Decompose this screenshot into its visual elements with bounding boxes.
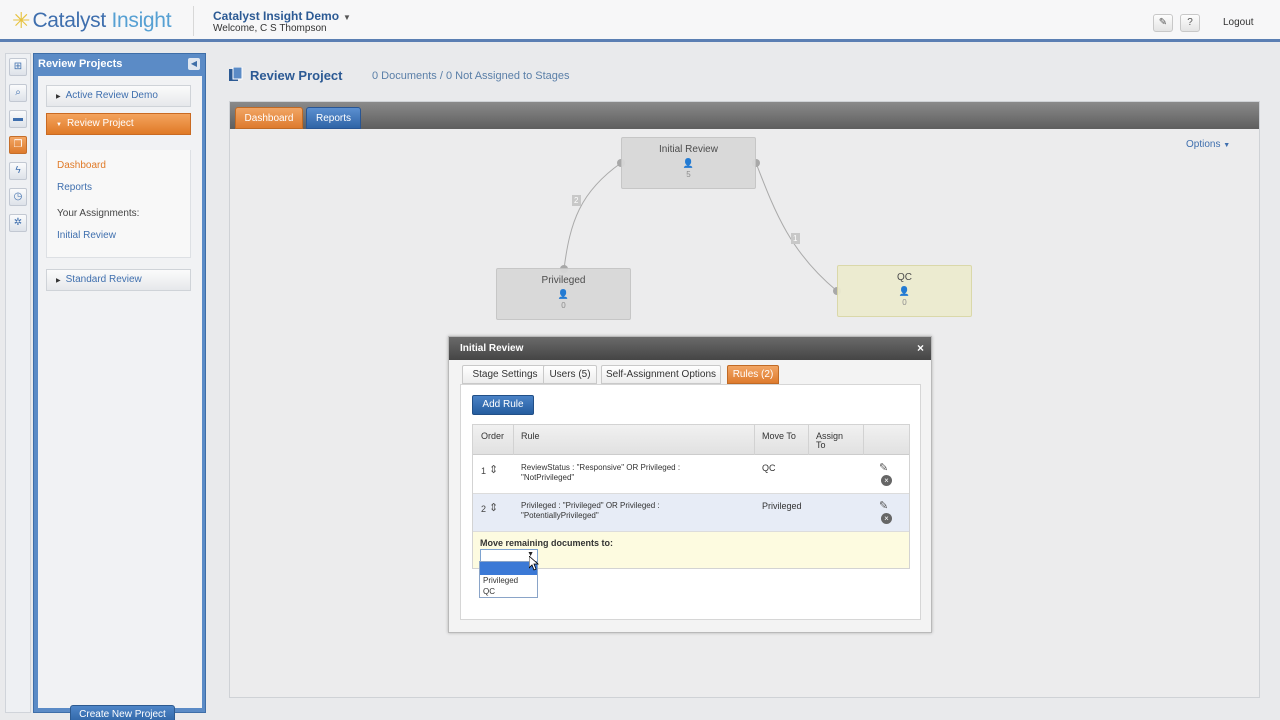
- column-divider: [513, 425, 514, 455]
- delete-icon[interactable]: ×: [881, 475, 892, 486]
- table-row: 2 ⇕ Privileged : "Privileged" OR Privile…: [473, 494, 909, 532]
- settings-button[interactable]: ✎: [1153, 14, 1173, 32]
- dialog-title: Initial Review: [460, 343, 524, 354]
- submenu-dashboard-link[interactable]: Dashboard: [57, 160, 106, 171]
- rule-order: 2: [481, 504, 487, 514]
- column-divider: [754, 425, 755, 455]
- triangle-right-icon: ▶: [56, 278, 61, 284]
- rule-text: ReviewStatus : "Responsive" OR Privilege…: [521, 463, 681, 482]
- stage-initial-review[interactable]: Initial Review 👤 5: [621, 137, 756, 189]
- column-rule[interactable]: Rule: [521, 432, 540, 441]
- assignment-initial-review-link[interactable]: Initial Review: [57, 230, 116, 241]
- welcome-text: Welcome, C S Thompson: [213, 23, 327, 34]
- rule-text: Privileged : "Privileged" OR Privileged …: [521, 501, 660, 520]
- dialog-header: Initial Review ×: [449, 337, 931, 360]
- project-item-review-project[interactable]: ▼ Review Project: [46, 113, 191, 135]
- gear-icon[interactable]: ✲: [9, 214, 27, 232]
- app-switcher[interactable]: Catalyst Insight Demo ▼: [213, 9, 351, 23]
- chevron-down-icon: ▼: [343, 13, 351, 22]
- project-item-standard-review[interactable]: ▶ Standard Review: [46, 269, 191, 291]
- stage-count: 0: [902, 298, 907, 307]
- user-icon: 👤: [557, 289, 570, 299]
- mouse-cursor-icon: [529, 556, 539, 571]
- table-row: 1 ⇕ ReviewStatus : "Responsive" OR Privi…: [473, 456, 909, 494]
- triangle-right-icon: ▶: [56, 94, 61, 100]
- lightning-icon[interactable]: ϟ: [9, 162, 27, 180]
- rule-order: 1: [481, 466, 487, 476]
- create-new-project-button[interactable]: Create New Project: [70, 705, 175, 720]
- starburst-icon: ✳: [12, 8, 31, 33]
- remaining-documents-label: Move remaining documents to:: [480, 538, 614, 548]
- stage-count: 5: [686, 170, 691, 179]
- stage-qc[interactable]: QC 👤 0: [837, 265, 972, 317]
- column-divider: [808, 425, 809, 455]
- stage-name: Privileged: [541, 275, 586, 286]
- column-assign-to[interactable]: Assign To: [816, 432, 843, 450]
- drag-sort-icon[interactable]: ⇕: [489, 501, 498, 514]
- header-divider: [193, 6, 194, 36]
- delete-icon[interactable]: ×: [881, 513, 892, 524]
- collapse-panel-button[interactable]: ◀: [188, 58, 200, 70]
- column-divider: [863, 425, 864, 455]
- tab-rules[interactable]: Rules (2): [727, 365, 779, 384]
- tab-self-assignment-options[interactable]: Self-Assignment Options: [601, 365, 721, 384]
- project-item-active-review-demo[interactable]: ▶ Active Review Demo: [46, 85, 191, 107]
- connector-initial-to-privileged: [563, 162, 622, 270]
- add-rule-button[interactable]: Add Rule: [472, 395, 534, 415]
- panel-body: ▶ Active Review Demo ▼ Review Project Dash…: [38, 76, 202, 720]
- triangle-down-icon: ▼: [56, 122, 62, 128]
- document-summary: 0 Documents / 0 Not Assigned to Stages: [372, 70, 570, 82]
- panel-title: Review Projects: [38, 58, 123, 70]
- dropdown-option-privileged[interactable]: Privileged: [480, 575, 537, 586]
- folder-icon[interactable]: ▬: [9, 110, 27, 128]
- clock-icon[interactable]: ◷: [9, 188, 27, 206]
- connector-badge-label: 1: [793, 234, 798, 243]
- your-assignments-label: Your Assignments:: [57, 208, 140, 219]
- tab-stage-settings[interactable]: Stage Settings: [462, 365, 548, 384]
- wrench-icon: ✎: [1158, 17, 1168, 28]
- stage-privileged[interactable]: Privileged 👤 0: [496, 268, 631, 320]
- logout-link[interactable]: Logout: [1223, 17, 1254, 28]
- rule-move-to: QC: [762, 463, 776, 473]
- dashboard-icon[interactable]: ⊞: [9, 58, 27, 76]
- drag-sort-icon[interactable]: ⇕: [489, 463, 498, 476]
- rule-move-to: Privileged: [762, 501, 802, 511]
- submenu-reports-link[interactable]: Reports: [57, 182, 92, 193]
- logo-text: Catalyst Insight: [32, 9, 172, 32]
- rules-table-header: Order Rule Move To Assign To: [473, 425, 909, 455]
- close-icon[interactable]: ×: [917, 341, 924, 355]
- top-header: ✳ Catalyst Insight Catalyst Insight Demo…: [0, 0, 1280, 42]
- catalyst-logo[interactable]: ✳ Catalyst Insight: [12, 6, 172, 36]
- column-order[interactable]: Order: [481, 432, 504, 441]
- connector-badge-label: 2: [574, 196, 579, 205]
- search-icon[interactable]: ⌕: [9, 84, 27, 102]
- pencil-icon[interactable]: ✎: [879, 461, 888, 474]
- stage-name: QC: [897, 272, 912, 283]
- project-submenu: Dashboard Reports Your Assignments: Init…: [46, 150, 191, 258]
- icon-rail: ⊞ ⌕ ▬ ❐ ϟ ◷ ✲: [5, 53, 31, 713]
- review-projects-panel: Review Projects ◀ ▶ Active Review Demo ▼ R…: [33, 53, 206, 720]
- page-title: Review Project: [250, 68, 343, 83]
- column-move-to[interactable]: Move To: [762, 432, 796, 441]
- stage-name: Initial Review: [659, 144, 718, 155]
- documents-icon: [229, 67, 243, 81]
- user-icon: 👤: [682, 158, 695, 168]
- connector-initial-to-qc: [755, 162, 838, 292]
- help-button[interactable]: ?: [1180, 14, 1200, 32]
- pencil-icon[interactable]: ✎: [879, 499, 888, 512]
- stage-count: 0: [561, 301, 566, 310]
- tab-users[interactable]: Users (5): [543, 365, 597, 384]
- review-icon[interactable]: ❐: [9, 136, 27, 154]
- user-icon: 👤: [898, 286, 911, 296]
- dropdown-option-qc[interactable]: QC: [480, 586, 537, 597]
- rules-table: Order Rule Move To Assign To 1 ⇕ ReviewSt…: [472, 424, 910, 569]
